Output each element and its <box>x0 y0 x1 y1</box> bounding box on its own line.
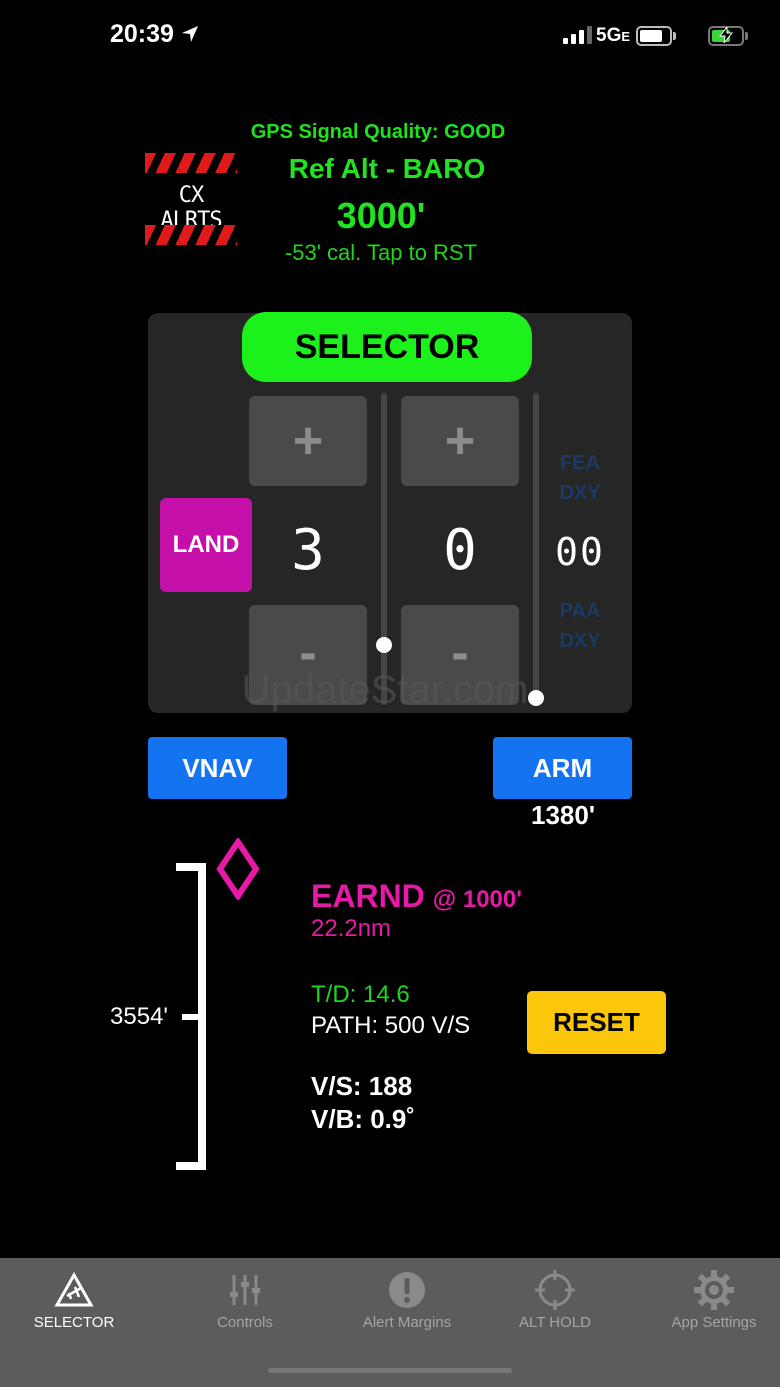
tab-app-settings[interactable]: App Settings <box>634 1266 780 1331</box>
tab-alert-margins[interactable]: Alert Margins <box>327 1266 487 1331</box>
calibration-reset[interactable]: -53' cal. Tap to RST <box>0 240 762 266</box>
vnav-button[interactable]: VNAV <box>148 737 287 799</box>
hundreds-plus-button[interactable]: + <box>401 396 519 486</box>
ref-alt-value: 3000' <box>336 195 426 236</box>
status-time: 20:39 <box>110 20 199 49</box>
tab-selector[interactable]: SELECTOR <box>0 1266 154 1331</box>
home-indicator[interactable] <box>268 1368 512 1373</box>
ghost-label-bottom: PAA DXY <box>559 600 601 652</box>
land-mode-button[interactable]: LAND <box>160 498 252 592</box>
sliders-icon <box>230 1275 260 1305</box>
ref-alt-label: Ref Alt - BARO <box>288 153 486 184</box>
waypoint-distance: 22.2nm <box>311 915 392 942</box>
hundreds-digit: 0 <box>443 518 477 583</box>
network-label: 5GE <box>596 25 631 46</box>
selector-button[interactable]: SELECTOR <box>242 312 532 382</box>
battery-icon <box>636 26 676 46</box>
tab-controls[interactable]: Controls <box>165 1266 325 1331</box>
vertical-speed: V/S: 188 <box>311 1071 413 1101</box>
waypoint-diamond-icon <box>216 838 260 900</box>
signal-icon <box>563 26 592 44</box>
current-alt-tick <box>182 1014 202 1020</box>
gps-quality: GPS Signal Quality: GOOD <box>250 121 506 143</box>
slider-track-2[interactable] <box>533 393 539 705</box>
tab-alt-hold[interactable]: ALT HOLD <box>475 1266 635 1331</box>
alert-icon <box>389 1272 425 1308</box>
watermark: UpdateStar.com <box>241 668 529 712</box>
slider-track-1[interactable] <box>381 393 387 705</box>
arm-altitude: 1380' <box>530 800 596 830</box>
ghost-label-top: FEA DXY <box>559 452 601 504</box>
slider-knob-1[interactable] <box>376 637 392 653</box>
location-arrow-icon <box>181 26 198 42</box>
vertical-bearing: V/B: 0.9˚ <box>311 1104 416 1134</box>
thousands-digit: 3 <box>291 518 325 583</box>
gear-icon <box>694 1270 734 1310</box>
path-rate: PATH: 500 V/S <box>311 1012 471 1039</box>
crosshair-icon <box>535 1270 575 1310</box>
top-of-descent: T/D: 14.6 <box>311 981 410 1008</box>
arm-button[interactable]: ARM <box>493 737 632 799</box>
reset-button[interactable]: RESET <box>527 991 666 1054</box>
waypoint-label: EARND @ 1000' <box>311 878 522 914</box>
selector-icon <box>54 1272 94 1307</box>
bracket-bottom <box>176 1162 206 1170</box>
charging-battery-icon <box>708 26 748 46</box>
current-altitude: 3554' <box>110 1003 168 1030</box>
fixed-digits: 00 <box>555 530 605 574</box>
thousands-plus-button[interactable]: + <box>249 396 367 486</box>
